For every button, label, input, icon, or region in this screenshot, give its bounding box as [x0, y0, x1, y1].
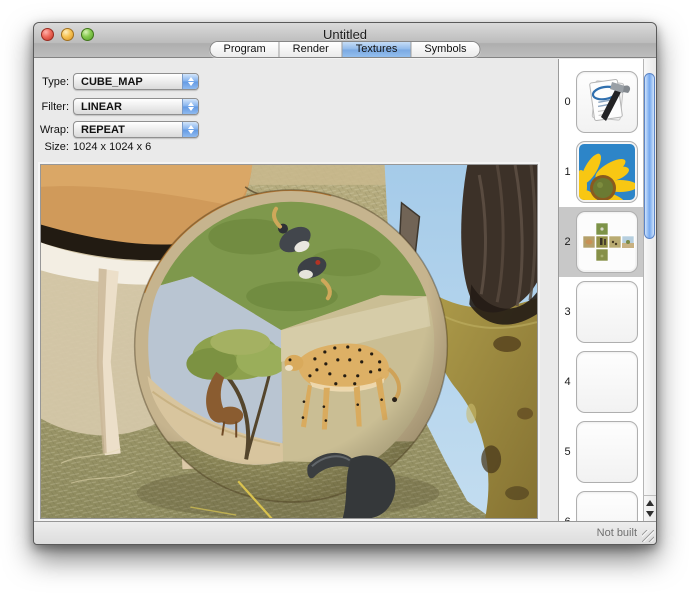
texture-index: 4	[559, 376, 576, 388]
texture-thumbnail-empty	[576, 281, 638, 343]
texture-thumbnail-empty	[576, 421, 638, 483]
texture-settings-panel: Type: CUBE_MAP Filter: LINEAR Wrap: REPE…	[34, 59, 558, 521]
status-bar: Not built	[34, 521, 656, 544]
resize-grip-icon[interactable]	[642, 530, 654, 542]
texture-index: 1	[559, 166, 576, 178]
wrap-row: Wrap: REPEAT	[38, 121, 199, 138]
popup-stepper-icon	[182, 122, 198, 137]
type-label: Type:	[38, 76, 69, 88]
texture-list: 0	[559, 59, 643, 521]
texture-thumbnail	[576, 71, 638, 133]
cube-map-preview[interactable]	[40, 164, 538, 519]
texture-list-item-1[interactable]: 1	[559, 137, 643, 207]
texture-index: 2	[559, 236, 576, 248]
texture-list-item-2[interactable]: 2	[559, 207, 643, 277]
tab-textures[interactable]: Textures	[343, 42, 412, 57]
filter-label: Filter:	[38, 101, 69, 113]
filter-popup-value: LINEAR	[81, 101, 122, 113]
texture-list-item-5[interactable]: 5	[559, 417, 643, 487]
texture-list-item-0[interactable]: 0	[559, 67, 643, 137]
scrollbar[interactable]	[643, 59, 656, 521]
tab-symbols[interactable]: Symbols	[411, 42, 479, 57]
texture-list-item-3[interactable]: 3	[559, 277, 643, 347]
scroll-down-icon[interactable]	[646, 511, 654, 517]
type-popup[interactable]: CUBE_MAP	[73, 73, 199, 90]
texture-thumbnail-empty	[576, 491, 638, 521]
popup-stepper-icon	[182, 74, 198, 89]
scroll-up-icon[interactable]	[646, 500, 654, 506]
texture-thumbnail-empty	[576, 351, 638, 413]
content-area: Type: CUBE_MAP Filter: LINEAR Wrap: REPE…	[34, 59, 656, 521]
size-value: 1024 x 1024 x 6	[73, 141, 151, 153]
savanna-cubemap-scene	[41, 165, 537, 518]
filter-row: Filter: LINEAR	[38, 98, 199, 115]
app-window: Untitled Program Render Textures Symbols…	[33, 22, 657, 545]
type-row: Type: CUBE_MAP	[38, 73, 199, 90]
sunflower-photo	[579, 144, 635, 200]
texture-index: 0	[559, 96, 576, 108]
texture-list-item-4[interactable]: 4	[559, 347, 643, 417]
texture-list-item-6[interactable]: 6	[559, 487, 643, 521]
filter-popup[interactable]: LINEAR	[73, 98, 199, 115]
tab-bar: Program Render Textures Symbols	[209, 41, 480, 58]
size-label: Size:	[38, 141, 69, 153]
size-row: Size: 1024 x 1024 x 6	[38, 141, 151, 153]
tab-render[interactable]: Render	[280, 42, 343, 57]
popup-stepper-icon	[182, 99, 198, 114]
title-bar: Untitled Program Render Textures Symbols	[34, 23, 656, 58]
texture-index: 3	[559, 306, 576, 318]
texture-thumbnail	[576, 211, 638, 273]
shader-builder-icon	[579, 74, 635, 130]
wrap-popup[interactable]: REPEAT	[73, 121, 199, 138]
cube-map-cross	[579, 214, 635, 270]
wrap-popup-value: REPEAT	[81, 124, 125, 136]
scrollbar-arrows	[643, 495, 656, 521]
tab-program[interactable]: Program	[210, 42, 279, 57]
scrollbar-thumb[interactable]	[644, 73, 655, 239]
window-title: Untitled	[34, 27, 656, 42]
texture-index: 5	[559, 446, 576, 458]
type-popup-value: CUBE_MAP	[81, 76, 143, 88]
build-status-text: Not built	[597, 527, 637, 539]
wrap-label: Wrap:	[38, 124, 69, 136]
texture-thumbnail	[576, 141, 638, 203]
